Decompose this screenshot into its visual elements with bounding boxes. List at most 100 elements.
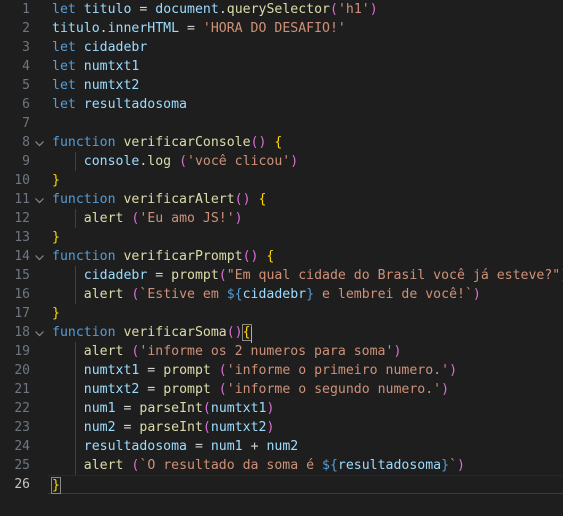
chevron-down-icon[interactable] <box>34 195 45 206</box>
fold-gutter[interactable] <box>30 95 48 114</box>
line-content[interactable]: } <box>48 171 563 190</box>
token-keyword: function <box>52 192 116 207</box>
fold-gutter[interactable] <box>30 228 48 247</box>
line-content[interactable]: } <box>48 228 563 247</box>
line-content[interactable]: let cidadebr <box>48 38 563 57</box>
fold-gutter[interactable] <box>30 114 48 133</box>
code-line-active[interactable]: 26 } <box>0 475 563 494</box>
fold-gutter[interactable] <box>30 399 48 418</box>
code-line[interactable]: 8 function verificarConsole() { <box>0 133 563 152</box>
code-line[interactable]: 24 resultadosoma = num1 + num2 <box>0 437 563 456</box>
token-interp-open: ${ <box>322 458 338 473</box>
line-content[interactable]: numtxt1 = prompt ('informe o primeiro nu… <box>48 361 563 380</box>
line-content[interactable]: alert (`Estive em ${cidadebr} e lembrei … <box>48 285 563 304</box>
indent-guide <box>75 361 76 380</box>
line-content[interactable]: console.log ('você clicou') <box>48 152 563 171</box>
line-content[interactable]: function verificarAlert() { <box>48 190 563 209</box>
code-line[interactable]: 22 num1 = parseInt(numtxt1) <box>0 399 563 418</box>
fold-gutter[interactable] <box>30 266 48 285</box>
code-line[interactable]: 10 } <box>0 171 563 190</box>
line-content[interactable]: titulo.innerHTML = 'HORA DO DESAFIO!' <box>48 19 563 38</box>
fold-gutter[interactable] <box>30 190 48 209</box>
fold-gutter[interactable] <box>30 475 48 494</box>
code-line[interactable]: 14 function verificarPrompt() { <box>0 247 563 266</box>
fold-gutter[interactable] <box>30 323 48 342</box>
code-line[interactable]: 2 titulo.innerHTML = 'HORA DO DESAFIO!' <box>0 19 563 38</box>
fold-gutter[interactable] <box>30 380 48 399</box>
line-content[interactable]: num1 = parseInt(numtxt1) <box>48 399 563 418</box>
code-line[interactable]: 1 let titulo = document.querySelector('h… <box>0 0 563 19</box>
fold-gutter[interactable] <box>30 152 48 171</box>
code-line[interactable]: 5 let numtxt2 <box>0 76 563 95</box>
line-content[interactable]: let numtxt2 <box>48 76 563 95</box>
line-number: 20 <box>14 363 30 378</box>
fold-gutter[interactable] <box>30 171 48 190</box>
fold-gutter[interactable] <box>30 437 48 456</box>
line-content[interactable]: alert (`O resultado da soma é ${resultad… <box>48 456 563 475</box>
code-lines-container[interactable]: 1 let titulo = document.querySelector('h… <box>0 0 563 494</box>
line-number: 22 <box>14 401 30 416</box>
fold-gutter[interactable] <box>30 38 48 57</box>
line-content[interactable]: num2 = parseInt(numtxt2) <box>48 418 563 437</box>
line-number: 13 <box>14 230 30 245</box>
fold-gutter[interactable] <box>30 209 48 228</box>
code-line[interactable]: 6 let resultadosoma <box>0 95 563 114</box>
fold-gutter[interactable] <box>30 76 48 95</box>
code-editor[interactable]: 1 let titulo = document.querySelector('h… <box>0 0 563 516</box>
line-content[interactable]: alert ('Eu amo JS!') <box>48 209 563 228</box>
token-keyword: let <box>52 40 76 55</box>
code-line[interactable]: 20 numtxt1 = prompt ('informe o primeiro… <box>0 361 563 380</box>
fold-gutter[interactable] <box>30 342 48 361</box>
line-content[interactable]: function verificarPrompt() { <box>48 247 563 266</box>
code-line[interactable]: 23 num2 = parseInt(numtxt2) <box>0 418 563 437</box>
code-line[interactable]: 13 } <box>0 228 563 247</box>
token-variable: cidadebr <box>83 268 148 283</box>
code-line[interactable]: 12 alert ('Eu amo JS!') <box>0 209 563 228</box>
line-content[interactable]: let resultadosoma <box>48 95 563 114</box>
fold-gutter[interactable] <box>30 133 48 152</box>
line-content[interactable]: let titulo = document.querySelector('h1'… <box>48 0 563 19</box>
code-line[interactable]: 18 function verificarSoma(){ <box>0 323 563 343</box>
fold-gutter[interactable] <box>30 0 48 19</box>
fold-gutter[interactable] <box>30 361 48 380</box>
fold-gutter[interactable] <box>30 285 48 304</box>
line-content[interactable]: resultadosoma = num1 + num2 <box>48 437 563 456</box>
line-number: 21 <box>14 382 30 397</box>
fold-gutter[interactable] <box>30 57 48 76</box>
fold-gutter[interactable] <box>30 304 48 323</box>
token-variable: titulo <box>83 2 132 17</box>
line-content[interactable]: numtxt2 = prompt ('informe o segundo num… <box>48 380 563 399</box>
line-content[interactable]: } <box>48 475 563 494</box>
code-line[interactable]: 19 alert ('informe os 2 numeros para som… <box>0 342 563 361</box>
line-content[interactable]: alert ('informe os 2 numeros para soma') <box>48 342 563 361</box>
line-content[interactable]: cidadebr = prompt("Em qual cidade do Bra… <box>48 266 563 285</box>
code-line[interactable]: 16 alert (`Estive em ${cidadebr} e lembr… <box>0 285 563 304</box>
code-line[interactable]: 25 alert (`O resultado da soma é ${resul… <box>0 456 563 475</box>
code-line[interactable]: 9 console.log ('você clicou') <box>0 152 563 171</box>
fold-gutter[interactable] <box>30 456 48 475</box>
line-content[interactable] <box>48 114 563 133</box>
code-line[interactable]: 15 cidadebr = prompt("Em qual cidade do … <box>0 266 563 285</box>
token-function-call: alert <box>83 458 124 473</box>
fold-gutter[interactable] <box>30 19 48 38</box>
code-line[interactable]: 11 function verificarAlert() { <box>0 190 563 209</box>
line-content[interactable]: function verificarConsole() { <box>48 133 563 152</box>
fold-gutter[interactable] <box>30 247 48 266</box>
chevron-down-icon[interactable] <box>34 328 45 339</box>
line-content[interactable]: let numtxt1 <box>48 57 563 76</box>
chevron-down-icon[interactable] <box>34 252 45 263</box>
code-line[interactable]: 4 let numtxt1 <box>0 57 563 76</box>
chevron-down-icon[interactable] <box>34 138 45 149</box>
code-line[interactable]: 7 <box>0 114 563 133</box>
code-line[interactable]: 17 } <box>0 304 563 323</box>
code-line[interactable]: 3 let cidadebr <box>0 38 563 57</box>
line-content[interactable]: } <box>48 304 563 323</box>
code-line[interactable]: 21 numtxt2 = prompt ('informe o segundo … <box>0 380 563 399</box>
line-number: 3 <box>22 40 30 55</box>
fold-gutter[interactable] <box>30 418 48 437</box>
line-content[interactable]: function verificarSoma(){ <box>48 323 563 343</box>
token-brace: { <box>266 249 275 264</box>
